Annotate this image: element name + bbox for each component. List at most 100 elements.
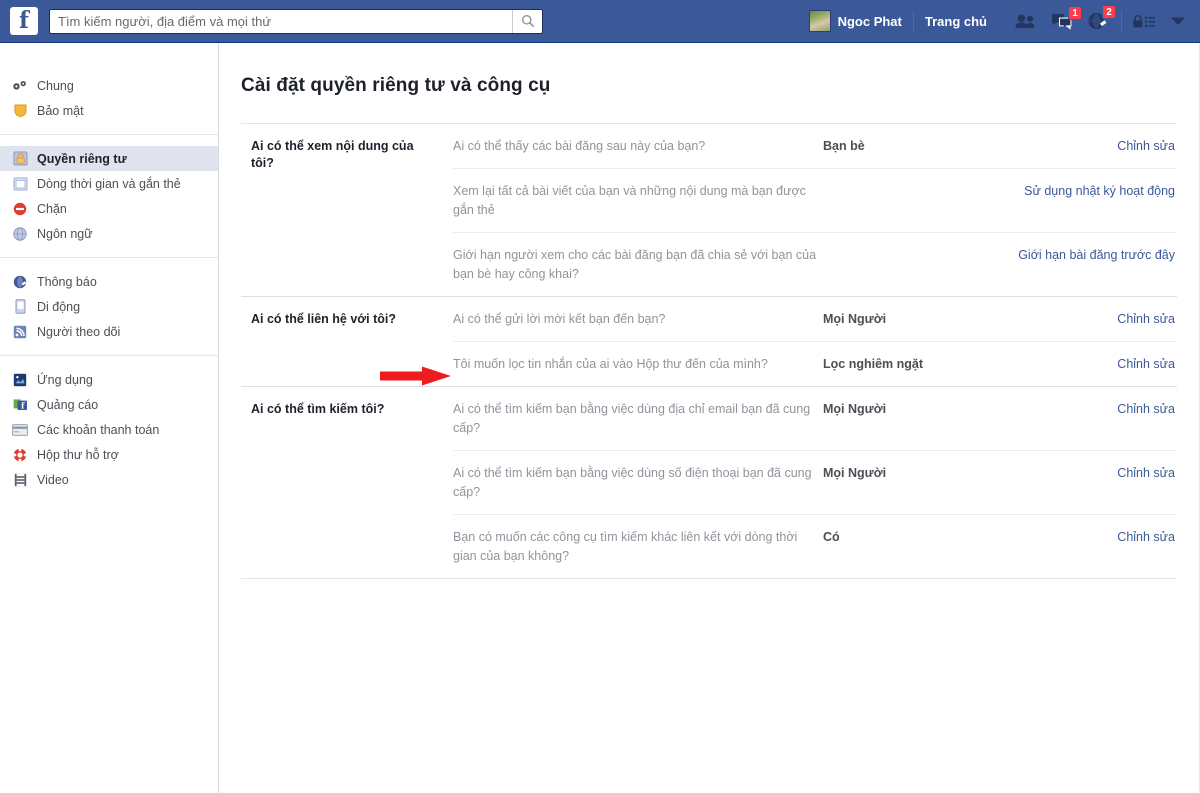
block-icon bbox=[12, 201, 28, 217]
section-rows: Ai có thể gửi lời mời kết bạn đến bạn? M… bbox=[453, 297, 1177, 386]
sidebar-item-label: Video bbox=[37, 472, 69, 487]
profile-name-link[interactable]: Ngoc Phat bbox=[838, 14, 902, 29]
timeline-icon bbox=[12, 176, 28, 192]
svg-text:f: f bbox=[21, 400, 25, 410]
sidebar-divider bbox=[0, 355, 218, 356]
row-question: Ai có thể tìm kiếm bạn bằng việc dùng đị… bbox=[453, 402, 811, 435]
sidebar-item-label: Quảng cáo bbox=[37, 397, 99, 412]
globe-icon bbox=[12, 226, 28, 242]
sidebar-item-bao-mat[interactable]: Bảo mật bbox=[0, 98, 218, 123]
support-lifering-icon bbox=[12, 447, 28, 463]
sidebar-item-ung-dung[interactable]: Ứng dụng bbox=[0, 367, 218, 392]
sidebar-item-video[interactable]: Video bbox=[0, 467, 218, 492]
page-title: Cài đặt quyền riêng tư và công cụ bbox=[241, 75, 551, 96]
section-rows: Ai có thể thấy các bài đăng sau này của … bbox=[453, 124, 1177, 296]
search-bar[interactable] bbox=[49, 8, 543, 34]
section-rows: Ai có thể tìm kiếm bạn bằng việc dùng đị… bbox=[453, 387, 1177, 578]
nav-divider bbox=[912, 11, 914, 31]
sidebar-item-nguoi-theo-doi[interactable]: Người theo dõi bbox=[0, 319, 218, 344]
section-title: Ai có thể liên hệ với tôi? bbox=[251, 312, 397, 326]
nav-icon-group: 1 2 bbox=[1015, 5, 1192, 32]
sidebar-item-di-dong[interactable]: Di động bbox=[0, 294, 218, 319]
avatar[interactable] bbox=[808, 10, 831, 32]
sidebar-item-label: Bảo mật bbox=[37, 103, 84, 118]
row-value: Lọc nghiêm ngặt bbox=[823, 357, 923, 371]
limit-past-posts-link[interactable]: Giới hạn bài đăng trước đây bbox=[1003, 246, 1177, 265]
sidebar-item-ho-tro[interactable]: Hộp thư hỗ trợ bbox=[0, 442, 218, 467]
activity-log-link[interactable]: Sử dụng nhật ký hoạt động bbox=[1003, 182, 1177, 201]
sidebar-item-dong-thoi-gian[interactable]: Dòng thời gian và gắn thẻ bbox=[0, 171, 218, 196]
settings-row: Ai có thể tìm kiếm bạn bằng việc dùng số… bbox=[453, 450, 1177, 514]
settings-row: Ai có thể thấy các bài đăng sau này của … bbox=[453, 124, 1177, 168]
sidebar-item-label: Ứng dụng bbox=[37, 372, 93, 387]
home-link[interactable]: Trang chủ bbox=[925, 14, 987, 29]
settings-row: Ai có thể gửi lời mời kết bạn đến bạn? M… bbox=[453, 297, 1177, 341]
sidebar-item-thanh-toan[interactable]: Các khoản thanh toán bbox=[0, 417, 218, 442]
notification-globe-icon bbox=[12, 274, 28, 290]
search-input[interactable] bbox=[50, 9, 512, 33]
payments-card-icon bbox=[12, 422, 28, 438]
edit-link[interactable]: Chỉnh sửa bbox=[1003, 310, 1177, 329]
sidebar-item-label: Quyền riêng tư bbox=[37, 151, 127, 166]
ads-icon: f bbox=[12, 397, 28, 413]
notifications-globe-icon[interactable]: 2 bbox=[1087, 5, 1116, 30]
edit-link[interactable]: Chỉnh sửa bbox=[1003, 528, 1177, 547]
edit-link[interactable]: Chỉnh sửa bbox=[1003, 137, 1177, 156]
sidebar-group-4: Ứng dụng f Quảng cáo Các khoản thanh toá… bbox=[0, 367, 218, 492]
messages-badge: 1 bbox=[1068, 5, 1082, 20]
gear-icon bbox=[12, 78, 28, 94]
search-icon[interactable] bbox=[512, 9, 542, 33]
sidebar-divider bbox=[0, 134, 218, 135]
nav-right-cluster: Ngoc Phat Trang chủ 1 2 bbox=[808, 0, 1200, 42]
notifications-badge: 2 bbox=[1102, 5, 1116, 19]
sidebar-item-label: Các khoản thanh toán bbox=[37, 422, 160, 437]
rss-follower-icon bbox=[12, 324, 28, 340]
sidebar-item-ngon-ngu[interactable]: Ngôn ngữ bbox=[0, 221, 218, 246]
row-question: Xem lại tất cả bài viết của bạn và những… bbox=[453, 184, 806, 217]
edit-link[interactable]: Chỉnh sửa bbox=[1003, 355, 1177, 374]
friend-requests-icon[interactable] bbox=[1015, 13, 1037, 29]
sidebar-divider bbox=[0, 257, 218, 258]
sidebar-item-label: Chung bbox=[37, 78, 74, 93]
settings-section: Ai có thể liên hệ với tôi? Ai có thể gửi… bbox=[241, 297, 1177, 387]
settings-row: Giới hạn người xem cho các bài đăng bạn … bbox=[453, 232, 1177, 296]
sidebar-item-quyen-rieng-tu[interactable]: Quyền riêng tư bbox=[0, 146, 218, 171]
settings-row: Ai có thể tìm kiếm bạn bằng việc dùng đị… bbox=[453, 387, 1177, 450]
sidebar-item-chan[interactable]: Chặn bbox=[0, 196, 218, 221]
section-title: Ai có thể tìm kiếm tôi? bbox=[251, 402, 385, 416]
mobile-icon bbox=[12, 299, 28, 315]
row-value: Mọi Người bbox=[823, 466, 887, 480]
apps-icon bbox=[12, 372, 28, 388]
row-value: Có bbox=[823, 530, 840, 544]
row-question: Ai có thể gửi lời mời kết bạn đến bạn? bbox=[453, 312, 666, 326]
sidebar-group-2: Quyền riêng tư Dòng thời gian và gắn thẻ… bbox=[0, 146, 218, 246]
row-value: Bạn bè bbox=[823, 139, 865, 153]
sidebar-group-1: Chung Bảo mật bbox=[0, 73, 218, 123]
top-navigation-bar: Ngoc Phat Trang chủ 1 bbox=[0, 0, 1200, 43]
sidebar-group-3: Thông báo Di động Người theo dõi bbox=[0, 269, 218, 344]
settings-section: Ai có thể xem nội dung của tôi? Ai có th… bbox=[241, 124, 1177, 297]
sidebar-item-label: Hộp thư hỗ trợ bbox=[37, 447, 119, 462]
chevron-down-icon[interactable] bbox=[1170, 16, 1186, 26]
privacy-lock-icon[interactable] bbox=[1132, 14, 1156, 29]
sidebar-item-label: Di động bbox=[37, 299, 81, 314]
row-question: Ai có thể thấy các bài đăng sau này của … bbox=[453, 139, 706, 153]
sidebar-item-chung[interactable]: Chung bbox=[0, 73, 218, 98]
sidebar-item-label: Dòng thời gian và gắn thẻ bbox=[37, 176, 181, 191]
sidebar-item-label: Chặn bbox=[37, 201, 67, 216]
privacy-settings-table: Ai có thể xem nội dung của tôi? Ai có th… bbox=[241, 123, 1177, 579]
row-question: Bạn có muốn các công cụ tìm kiếm khác li… bbox=[453, 530, 798, 563]
facebook-logo-icon[interactable] bbox=[10, 7, 38, 35]
settings-sidebar: Chung Bảo mật Quyền riêng tư Dòng thời g… bbox=[0, 43, 219, 793]
sidebar-item-label: Thông báo bbox=[37, 274, 97, 289]
sidebar-item-quang-cao[interactable]: f Quảng cáo bbox=[0, 392, 218, 417]
row-value: Mọi Người bbox=[823, 402, 887, 416]
row-question: Ai có thể tìm kiếm bạn bằng việc dùng số… bbox=[453, 466, 812, 499]
edit-link[interactable]: Chỉnh sửa bbox=[1003, 400, 1177, 419]
lock-icon bbox=[12, 151, 28, 167]
edit-link[interactable]: Chỉnh sửa bbox=[1003, 464, 1177, 483]
settings-row: Xem lại tất cả bài viết của bạn và những… bbox=[453, 168, 1177, 232]
messages-icon[interactable]: 1 bbox=[1051, 5, 1082, 30]
sidebar-item-label: Ngôn ngữ bbox=[37, 226, 93, 241]
sidebar-item-thong-bao[interactable]: Thông báo bbox=[0, 269, 218, 294]
